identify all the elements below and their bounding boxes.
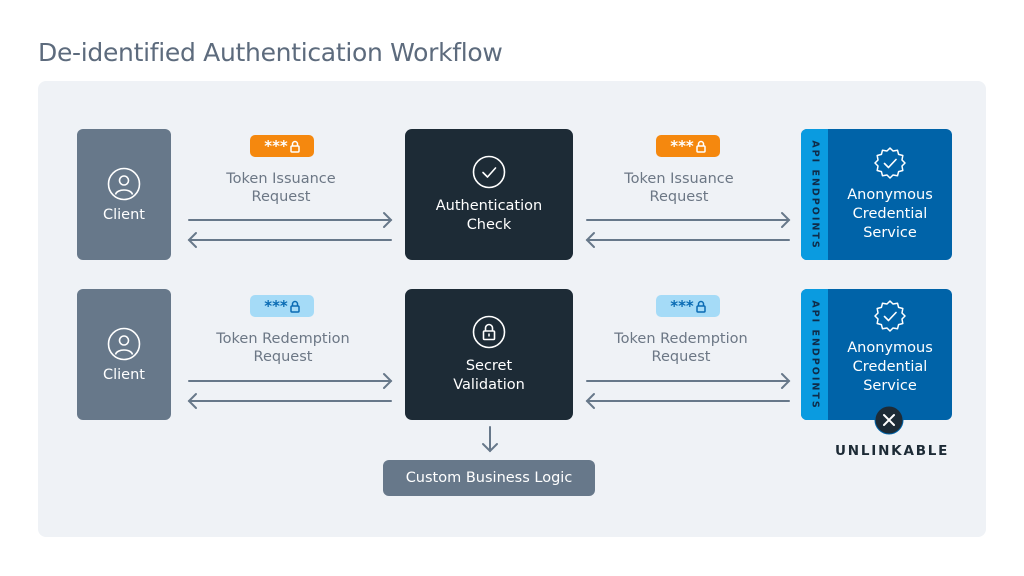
encrypted-token-badge: *** bbox=[250, 295, 314, 317]
lock-icon bbox=[696, 300, 706, 313]
request-label-line: Token Issuance bbox=[226, 171, 336, 187]
lock-icon bbox=[290, 140, 300, 153]
encrypted-token-badge: *** bbox=[250, 135, 314, 157]
api-endpoints-label: API ENDPOINTS bbox=[809, 139, 820, 250]
request-label-line: Token Redemption bbox=[216, 331, 350, 347]
api-endpoints-label: API ENDPOINTS bbox=[809, 299, 820, 410]
client-node-2: Client bbox=[77, 289, 171, 420]
request-label: Token Redemption Request bbox=[183, 330, 383, 366]
bidirectional-arrows bbox=[187, 212, 393, 248]
secret-validation-node: Secret Validation bbox=[405, 289, 573, 420]
hub-label-line: Authentication bbox=[435, 197, 543, 214]
page-title: De-identified Authentication Workflow bbox=[38, 38, 503, 67]
bidirectional-arrows bbox=[187, 373, 393, 409]
custom-business-logic-node: Custom Business Logic bbox=[383, 460, 595, 496]
encrypted-token-badge: *** bbox=[656, 295, 720, 317]
arrow-down bbox=[482, 426, 498, 453]
api-endpoints-strip: API ENDPOINTS bbox=[801, 129, 828, 260]
request-label-line: Request bbox=[651, 349, 711, 365]
unlinkable-x-icon bbox=[874, 405, 904, 435]
service-label-line: Credential bbox=[852, 206, 928, 222]
api-endpoints-strip: API ENDPOINTS bbox=[801, 289, 828, 420]
service-label-line: Service bbox=[863, 378, 917, 394]
token-stars: *** bbox=[264, 137, 288, 155]
hub-label: Authentication Check bbox=[436, 197, 542, 235]
service-label: Anonymous Credential Service bbox=[847, 339, 933, 396]
token-stars: *** bbox=[264, 297, 288, 315]
lock-icon bbox=[290, 300, 300, 313]
hub-label-line: Secret bbox=[465, 357, 513, 374]
verified-badge-icon bbox=[874, 147, 906, 179]
encrypted-token-badge: *** bbox=[656, 135, 720, 157]
request-label: Token Redemption Request bbox=[581, 330, 781, 366]
request-label: Token Issuance Request bbox=[579, 170, 779, 206]
token-stars: *** bbox=[670, 297, 694, 315]
check-circle-icon bbox=[472, 155, 506, 188]
service-label-line: Credential bbox=[852, 359, 928, 375]
client-node-1: Client bbox=[77, 129, 171, 260]
bidirectional-arrows bbox=[585, 212, 791, 248]
request-label-line: Token Issuance bbox=[624, 171, 734, 187]
service-label-line: Anonymous bbox=[847, 187, 933, 203]
user-circle-icon bbox=[107, 167, 141, 200]
anonymous-credential-service-node: API ENDPOINTS Anonymous Credential Servi… bbox=[801, 289, 952, 420]
hub-label-line: Validation bbox=[453, 376, 525, 393]
request-label-line: Request bbox=[251, 189, 311, 205]
service-label-line: Service bbox=[863, 225, 917, 241]
token-stars: *** bbox=[670, 137, 694, 155]
request-label-line: Token Redemption bbox=[614, 331, 748, 347]
client-label: Client bbox=[103, 206, 145, 223]
request-label-line: Request bbox=[649, 189, 709, 205]
verified-badge-icon bbox=[874, 300, 906, 332]
service-label-line: Anonymous bbox=[847, 340, 933, 356]
request-label-line: Request bbox=[253, 349, 313, 365]
lock-circle-icon bbox=[472, 315, 506, 348]
user-circle-icon bbox=[107, 327, 141, 360]
client-label: Client bbox=[103, 366, 145, 383]
authentication-check-node: Authentication Check bbox=[405, 129, 573, 260]
service-label: Anonymous Credential Service bbox=[847, 186, 933, 243]
request-label: Token Issuance Request bbox=[181, 170, 381, 206]
hub-label-line: Check bbox=[466, 216, 512, 233]
unlinkable-label: UNLINKABLE bbox=[835, 443, 950, 459]
lock-icon bbox=[696, 140, 706, 153]
bidirectional-arrows bbox=[585, 373, 791, 409]
hub-label: Secret Validation bbox=[453, 357, 525, 395]
anonymous-credential-service-node: API ENDPOINTS Anonymous Credential Servi… bbox=[801, 129, 952, 260]
